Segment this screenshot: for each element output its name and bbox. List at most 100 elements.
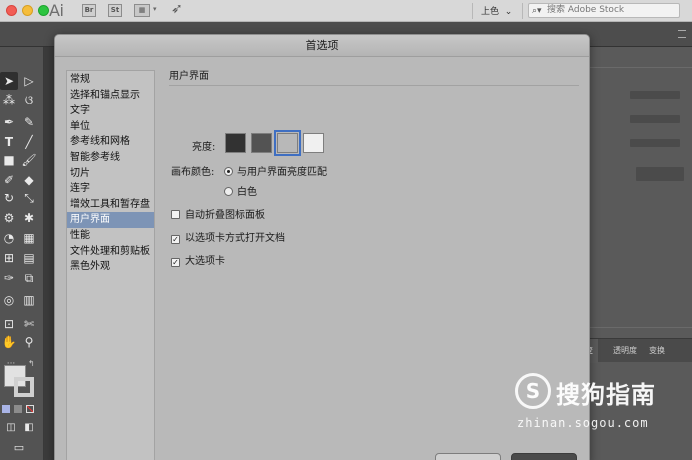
divider — [472, 3, 473, 19]
panel-field[interactable] — [630, 115, 680, 123]
direct-selection-tool-icon[interactable]: ▷ — [20, 72, 38, 90]
category-item-smart-guides[interactable]: 智能参考线 — [67, 150, 154, 166]
section-title: 用户界面 — [169, 71, 209, 82]
pen-tool-icon[interactable]: ✒ — [0, 113, 18, 131]
category-item-selection-anchor[interactable]: 选择和锚点显示 — [67, 88, 154, 104]
swap-colors-icon[interactable]: ↰ — [28, 359, 35, 368]
eyedropper-tool-icon[interactable]: ✑ — [0, 269, 18, 287]
brightness-swatch-light[interactable] — [303, 133, 324, 153]
sogou-watermark: S 搜狗指南 zhinan.sogou.com — [515, 373, 685, 443]
scale-tool-icon[interactable]: ⤡ — [20, 189, 38, 207]
hand-tool-icon[interactable]: ✋ — [0, 333, 18, 351]
brightness-swatch-medium-light[interactable] — [274, 130, 301, 156]
screen-mode-icon[interactable]: ▭ — [10, 439, 28, 457]
category-item-type[interactable]: 文字 — [67, 103, 154, 119]
minimize-window-button[interactable] — [22, 5, 33, 16]
category-item-performance[interactable]: 性能 — [67, 228, 154, 244]
tools-panel: ➤ ▷ ⁂ ଓ ✒ ✎ T ╱ ■ 🖌 ✐ ◆ ↻ ⤡ ⚙ ✱ ◔ ▦ ⊞ ▤ … — [0, 47, 44, 460]
warp-tool-icon[interactable]: ⚙ — [0, 209, 18, 227]
preferences-dialog: 首选项 常规 选择和锚点显示 文字 单位 参考线和网格 智能参考线 切片 连字 … — [54, 34, 590, 460]
curvature-tool-icon[interactable]: ✎ — [20, 113, 38, 131]
stock-search-input[interactable]: ⌕▾ 搜索 Adobe Stock — [528, 3, 680, 18]
cancel-button[interactable] — [435, 453, 501, 460]
selection-tool-icon[interactable]: ➤ — [0, 72, 18, 90]
divider — [522, 3, 523, 19]
shape-builder-tool-icon[interactable]: ◔ — [0, 229, 18, 247]
panel-field[interactable] — [630, 91, 680, 99]
category-item-plugins-scratch[interactable]: 增效工具和暂存盘 — [67, 197, 154, 213]
blend-tool-icon[interactable]: ⧉ — [20, 269, 38, 287]
panel-menu-icon[interactable] — [678, 30, 686, 38]
symbol-sprayer-tool-icon[interactable]: ◎ — [0, 291, 18, 309]
type-tool-icon[interactable]: T — [0, 133, 18, 151]
canvas-color-white-radio[interactable] — [224, 187, 233, 196]
column-graph-tool-icon[interactable]: ▥ — [20, 291, 38, 309]
category-item-guides-grid[interactable]: 参考线和网格 — [67, 134, 154, 150]
drawing-mode-icon[interactable]: ◫ — [2, 419, 20, 437]
watermark-name: 搜狗指南 — [556, 381, 656, 409]
stroke-color-swatch[interactable] — [14, 377, 34, 397]
tab-transform[interactable]: 变换 — [644, 339, 670, 363]
canvas-color-white-label: 白色 — [237, 187, 257, 198]
brightness-swatch-dark[interactable] — [225, 133, 246, 153]
tab-transparency[interactable]: 透明度 — [608, 339, 642, 363]
slice-tool-icon[interactable]: ✄ — [20, 315, 38, 333]
category-list: 常规 选择和锚点显示 文字 单位 参考线和网格 智能参考线 切片 连字 增效工具… — [66, 70, 155, 460]
chevron-down-icon[interactable]: ▾ — [153, 5, 157, 13]
category-item-units[interactable]: 单位 — [67, 119, 154, 135]
category-item-file-clipboard[interactable]: 文件处理和剪贴板 — [67, 244, 154, 260]
close-window-button[interactable] — [6, 5, 17, 16]
panel-field[interactable] — [630, 139, 680, 147]
auto-collapse-checkbox[interactable] — [171, 210, 180, 219]
perspective-grid-tool-icon[interactable]: ▦ — [20, 229, 38, 247]
open-as-tabs-checkbox[interactable]: ✓ — [171, 235, 180, 244]
mesh-tool-icon[interactable]: ⊞ — [0, 249, 18, 267]
workspace-dropdown[interactable]: 上色 ⌄ — [481, 4, 512, 17]
panel-tabs: 变 透明度 变换 — [580, 338, 692, 363]
sogou-logo-icon: S — [515, 373, 551, 409]
eraser-tool-icon[interactable]: ◆ — [20, 171, 38, 189]
application-bar: Ai Br St ▦ ▾ ➶ 上色 ⌄ ⌕▾ 搜索 Adobe Stock — [0, 0, 692, 22]
category-item-slices[interactable]: 切片 — [67, 166, 154, 182]
color-mode-icon[interactable] — [2, 405, 10, 413]
paintbrush-tool-icon[interactable]: 🖌 — [20, 151, 38, 169]
panel-field[interactable] — [636, 167, 684, 181]
artboard-tool-icon[interactable]: ⊡ — [0, 315, 18, 333]
zoom-window-button[interactable] — [38, 5, 49, 16]
category-item-user-interface[interactable]: 用户界面 — [67, 212, 154, 228]
none-mode-icon[interactable] — [26, 405, 34, 413]
category-item-general[interactable]: 常规 — [67, 72, 154, 88]
divider — [590, 67, 692, 68]
lasso-tool-icon[interactable]: ଓ — [20, 91, 38, 109]
shaper-tool-icon[interactable]: ✐ — [0, 171, 18, 189]
ok-button[interactable] — [511, 453, 577, 460]
draw-behind-icon[interactable]: ◧ — [20, 419, 38, 437]
bridge-icon[interactable]: Br — [82, 4, 96, 17]
large-tabs-label: 大选项卡 — [185, 256, 225, 267]
canvas-color-match-radio[interactable] — [224, 167, 233, 176]
line-tool-icon[interactable]: ╱ — [20, 133, 38, 151]
rotate-tool-icon[interactable]: ↻ — [0, 189, 18, 207]
gradient-mode-icon[interactable] — [14, 405, 22, 413]
category-item-black-appearance[interactable]: 黑色外观 — [67, 259, 154, 275]
zoom-tool-icon[interactable]: ⚲ — [20, 333, 38, 351]
rectangle-tool-icon[interactable]: ■ — [0, 151, 18, 169]
magic-wand-tool-icon[interactable]: ⁂ — [0, 91, 18, 109]
category-item-hyphenation[interactable]: 连字 — [67, 181, 154, 197]
large-tabs-checkbox[interactable]: ✓ — [171, 258, 180, 267]
gpu-rocket-icon[interactable]: ➶ — [171, 1, 183, 17]
puppet-warp-tool-icon[interactable]: ✱ — [20, 209, 38, 227]
chevron-down-icon: ⌄ — [501, 7, 513, 17]
arrange-documents-icon[interactable]: ▦ — [134, 4, 150, 17]
canvas-color-white-option[interactable]: 白色 — [224, 183, 257, 198]
canvas-color-match-option[interactable]: 与用户界面亮度匹配 — [224, 163, 327, 178]
dialog-title: 首选项 — [55, 35, 589, 57]
brightness-swatch-medium-dark[interactable] — [251, 133, 272, 153]
auto-collapse-option[interactable]: 自动折叠图标面板 — [171, 206, 265, 221]
canvas-color-label: 画布颜色: — [171, 167, 215, 178]
gradient-tool-icon[interactable]: ▤ — [20, 249, 38, 267]
open-as-tabs-option[interactable]: ✓ 以选项卡方式打开文档 — [171, 229, 285, 244]
watermark-url: zhinan.sogou.com — [517, 416, 649, 430]
stock-icon[interactable]: St — [108, 4, 122, 17]
large-tabs-option[interactable]: ✓ 大选项卡 — [171, 252, 225, 267]
